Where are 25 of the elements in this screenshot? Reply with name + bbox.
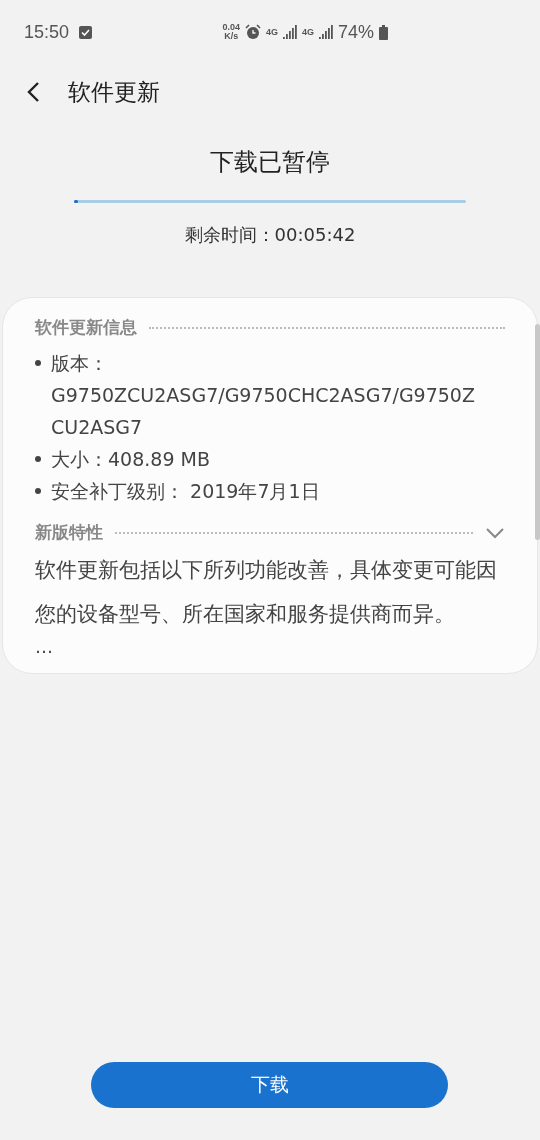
more-text: … xyxy=(35,636,54,657)
remaining-time: 剩余时间：00:05:42 xyxy=(184,223,356,247)
download-status: 下载已暂停 xyxy=(210,147,330,178)
info-item: 安全补丁级别： 2019年7月1日 xyxy=(51,479,321,504)
bullet-icon xyxy=(35,360,41,366)
page-title: 软件更新 xyxy=(68,77,160,107)
network-speed: 0.04 K/s xyxy=(222,23,240,41)
signal-icon xyxy=(318,25,333,39)
checkbox-icon xyxy=(79,25,93,39)
alarm-icon xyxy=(244,24,261,40)
signal-icon xyxy=(282,25,297,39)
info-item: 版本：G9750ZCU2ASG7/G9750CHC2ASG7/G9750ZCU2ASG7 xyxy=(51,351,476,440)
download-button[interactable]: 下载 xyxy=(91,1062,448,1108)
info-item: 大小：408.89 MB xyxy=(51,447,211,472)
section-heading: 新版特性 xyxy=(35,521,103,544)
section-heading: 软件更新信息 xyxy=(35,316,137,339)
network-type: 4G xyxy=(265,27,278,37)
bullet-icon xyxy=(35,456,41,462)
bullet-icon xyxy=(35,488,41,494)
network-type: 4G xyxy=(301,27,314,37)
battery-percent: 74% xyxy=(337,21,374,43)
feature-description: 软件更新包括以下所列功能改善，具体变更可能因您的设备型号、所在国家和服务提供商而异。 xyxy=(35,557,498,628)
battery-icon xyxy=(379,24,388,40)
expand-button[interactable] xyxy=(485,526,505,539)
status-time: 15:50 xyxy=(24,21,70,43)
